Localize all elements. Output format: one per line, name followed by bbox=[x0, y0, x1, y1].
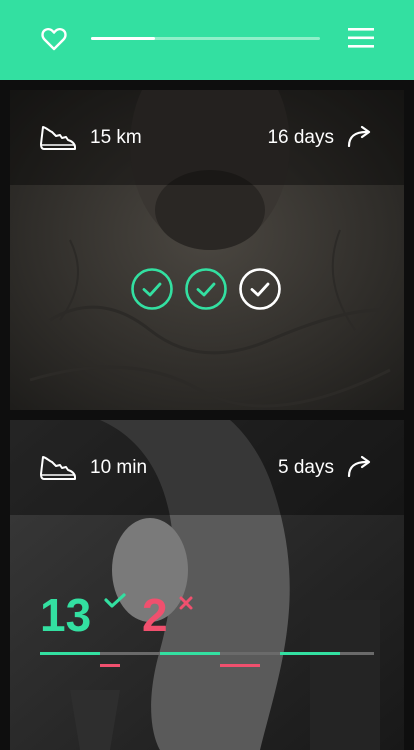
day-timeline bbox=[40, 652, 374, 667]
timeline-segment-fail bbox=[100, 664, 120, 667]
checkmark-icon bbox=[104, 593, 126, 608]
hamburger-menu-icon[interactable] bbox=[347, 27, 375, 49]
cross-icon bbox=[179, 596, 193, 610]
card-metric: 15 km bbox=[90, 127, 142, 148]
challenge-progress-fill bbox=[91, 37, 156, 40]
challenge-progress-bar bbox=[91, 37, 320, 40]
card-duration: 5 days bbox=[278, 457, 334, 478]
share-arrow-icon[interactable] bbox=[346, 125, 374, 147]
card-metric: 10 min bbox=[90, 457, 148, 478]
heart-icon[interactable] bbox=[40, 26, 68, 52]
challenge-card-time[interactable]: 10 min 5 days 13 2 bbox=[10, 420, 404, 750]
top-bar bbox=[0, 0, 414, 80]
fail-count: 2 bbox=[142, 589, 168, 641]
card-duration: 16 days bbox=[267, 127, 334, 148]
running-shoe-icon bbox=[40, 126, 76, 150]
check-circle-icon-done bbox=[131, 268, 173, 310]
timeline-segment-success bbox=[40, 652, 100, 655]
timeline-segment-fail bbox=[220, 664, 260, 667]
check-progress bbox=[131, 268, 285, 312]
challenge-card-distance[interactable]: 15 km 16 days bbox=[10, 90, 404, 410]
check-circle-icon-current[interactable] bbox=[239, 268, 281, 310]
check-circle-icon-done bbox=[185, 268, 227, 310]
timeline-segment-success bbox=[160, 652, 220, 655]
running-shoe-icon bbox=[40, 456, 76, 480]
share-arrow-icon[interactable] bbox=[346, 455, 374, 477]
success-count: 13 bbox=[40, 589, 92, 641]
timeline-segment-success bbox=[280, 652, 340, 655]
